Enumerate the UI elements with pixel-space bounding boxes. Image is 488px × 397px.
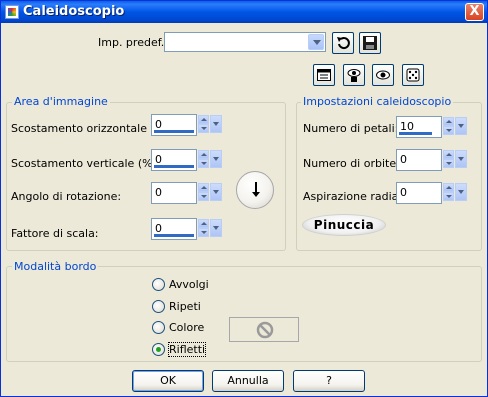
rotation-dropdown[interactable]: [210, 183, 222, 201]
h-offset-dropdown[interactable]: [210, 115, 222, 133]
close-button[interactable]: X: [465, 3, 484, 21]
orbits-updown[interactable]: [443, 150, 454, 168]
radio-rifletti-button[interactable]: [152, 343, 165, 356]
petals-label: Numero di petali:: [303, 122, 399, 135]
petals-spinner[interactable]: 10: [396, 116, 468, 138]
v-offset-slider[interactable]: [154, 165, 194, 168]
radial-suction-input[interactable]: 0: [396, 182, 442, 204]
radio-avvolgi-button[interactable]: [152, 278, 165, 291]
h-offset-spinner[interactable]: 0: [151, 114, 223, 136]
orbits-input[interactable]: 0: [396, 149, 442, 171]
rotation-spinner[interactable]: 0: [151, 182, 223, 204]
radio-rifletti-label[interactable]: Rifletti: [167, 342, 207, 357]
scale-updown[interactable]: [198, 219, 209, 237]
radial-suction-spinner[interactable]: 0: [396, 182, 468, 204]
title-bar[interactable]: Caleidoscopio X: [1, 1, 487, 23]
cancel-button[interactable]: Annulla: [212, 370, 284, 392]
radio-colore-button[interactable]: [152, 321, 165, 334]
undo-icon: [337, 37, 350, 50]
dice-icon: [406, 68, 420, 82]
radio-ripeti-label[interactable]: Ripeti: [169, 300, 201, 313]
edge-mode-title: Modalità bordo: [12, 260, 99, 273]
app-icon: [5, 5, 19, 19]
window-icon: [317, 69, 331, 81]
reset-button[interactable]: [332, 32, 354, 54]
v-offset-input[interactable]: 0: [151, 149, 197, 171]
petals-slider[interactable]: [399, 132, 432, 135]
scale-slider[interactable]: [154, 234, 194, 237]
edge-mode-group: [6, 266, 482, 362]
save-preset-button[interactable]: [359, 32, 381, 54]
kaleidoscope-dialog: Caleidoscopio X Imp. predef.: Area d'imm…: [0, 0, 488, 397]
h-offset-label: Scostamento orizzontale (%):: [11, 122, 174, 135]
radio-avvolgi-label[interactable]: Avvolgi: [169, 278, 209, 291]
v-offset-spinner[interactable]: 0: [151, 149, 223, 171]
rotation-value: 0: [155, 186, 162, 199]
proof-lock-button[interactable]: [343, 64, 365, 86]
rotation-updown[interactable]: [198, 183, 209, 201]
presets-dropdown[interactable]: [164, 32, 326, 52]
presets-label: Imp. predef.:: [98, 36, 168, 49]
v-offset-updown[interactable]: [198, 150, 209, 168]
petals-dropdown[interactable]: [455, 117, 467, 135]
orbits-dropdown[interactable]: [455, 150, 467, 168]
v-offset-dropdown[interactable]: [210, 150, 222, 168]
h-offset-updown[interactable]: [198, 115, 209, 133]
v-offset-label: Scostamento verticale (%):: [11, 157, 161, 170]
rotation-input[interactable]: 0: [151, 182, 197, 204]
eye-icon: [376, 70, 390, 80]
petals-updown[interactable]: [443, 117, 454, 135]
dial-needle-icon: [252, 182, 260, 197]
kaleido-settings-title: Impostazioni caleidoscopio: [301, 95, 454, 108]
radial-suction-updown[interactable]: [443, 183, 454, 201]
radio-ripeti-button[interactable]: [152, 300, 165, 313]
scale-label: Fattore di scala:: [11, 227, 99, 240]
radial-suction-value: 0: [400, 186, 407, 199]
ok-button[interactable]: OK: [132, 370, 204, 392]
h-offset-slider[interactable]: [154, 130, 194, 133]
chevron-down-icon[interactable]: [308, 34, 324, 50]
rotation-dial[interactable]: [236, 171, 274, 209]
author-logo: Pinuccia: [302, 214, 386, 236]
h-offset-input[interactable]: 0: [151, 114, 197, 136]
proof-preview-button[interactable]: [372, 64, 394, 86]
help-button[interactable]: ?: [293, 370, 365, 392]
orbits-value: 0: [400, 153, 407, 166]
save-icon: [363, 36, 377, 50]
orbits-label: Numero di orbite:: [303, 157, 400, 170]
radio-colore-label[interactable]: Colore: [169, 321, 204, 334]
randomize-button[interactable]: [402, 64, 424, 86]
rotation-label: Angolo di rotazione:: [11, 190, 122, 203]
image-area-title: Area d'immagine: [12, 95, 110, 108]
scale-dropdown[interactable]: [210, 219, 222, 237]
scale-spinner[interactable]: 0: [151, 218, 223, 240]
no-symbol-icon: [256, 321, 274, 339]
eye-lock-icon: [347, 69, 361, 82]
edge-color-swatch[interactable]: [229, 317, 299, 342]
orbits-spinner[interactable]: 0: [396, 149, 468, 171]
scale-input[interactable]: 0: [151, 218, 197, 240]
radial-suction-dropdown[interactable]: [455, 183, 467, 201]
preview-window-button[interactable]: [313, 64, 335, 86]
window-title: Caleidoscopio: [23, 4, 125, 19]
petals-input[interactable]: 10: [396, 116, 442, 138]
